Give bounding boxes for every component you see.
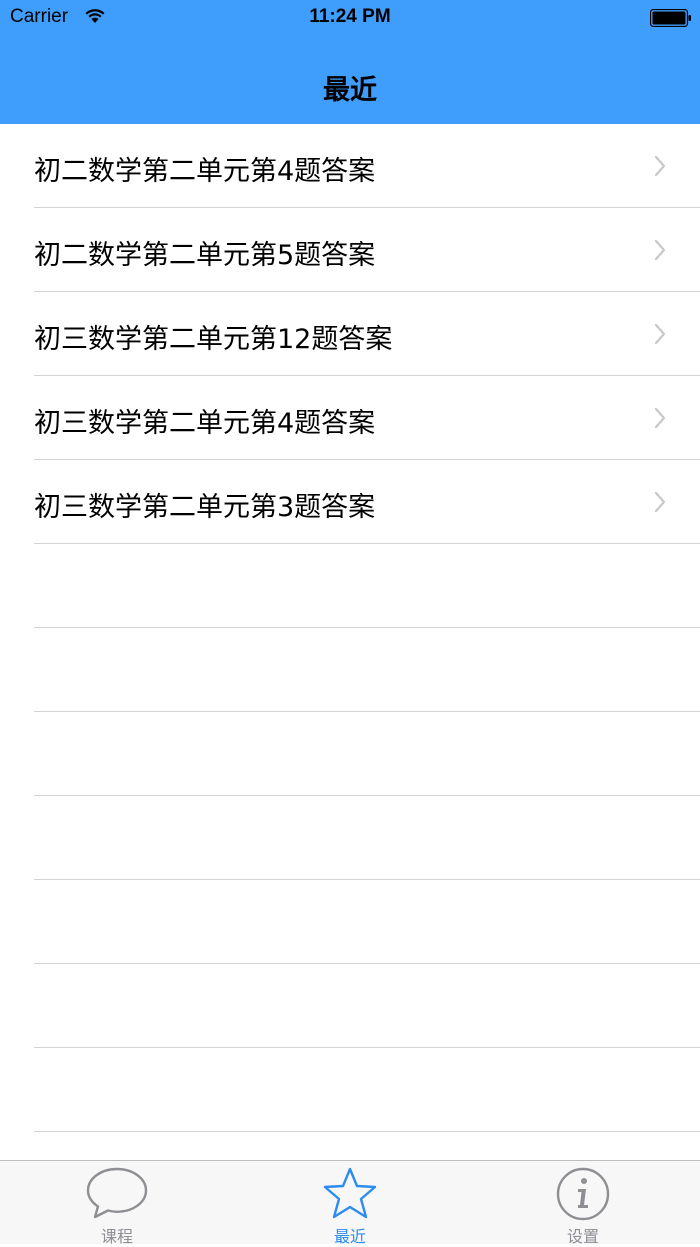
- tab-recent[interactable]: 最近: [290, 1161, 410, 1246]
- list-item-label: 初三数学第二单元第4题答案: [34, 408, 376, 439]
- page-title: 最近: [323, 75, 377, 106]
- list-item[interactable]: 初三数学第二单元第12题答案: [0, 292, 700, 376]
- empty-row: [0, 964, 700, 1048]
- empty-row: [0, 796, 700, 880]
- star-icon: [323, 1167, 377, 1219]
- list-item-label: 初三数学第二单元第3题答案: [34, 492, 376, 523]
- list-item[interactable]: 初三数学第二单元第4题答案: [0, 376, 700, 460]
- tab-label: 设置: [566, 1227, 599, 1246]
- navigation-header: Carrier 11:24 PM 最近: [0, 0, 700, 124]
- chevron-right-icon: [654, 155, 666, 181]
- list-item-label: 初二数学第二单元第5题答案: [34, 240, 376, 271]
- speech-bubble-icon: [86, 1167, 148, 1219]
- battery-icon: [649, 8, 692, 28]
- chevron-right-icon: [654, 407, 666, 433]
- tab-label: 最近: [333, 1227, 366, 1246]
- empty-row: [0, 1048, 700, 1132]
- tab-courses[interactable]: 课程: [57, 1161, 177, 1246]
- list-item-label: 初三数学第二单元第12题答案: [34, 324, 393, 355]
- tab-bar: 课程 最近 设置: [0, 1160, 700, 1246]
- chevron-right-icon: [654, 239, 666, 265]
- empty-row: [0, 628, 700, 712]
- list-item[interactable]: 初二数学第二单元第5题答案: [0, 208, 700, 292]
- chevron-right-icon: [654, 491, 666, 517]
- chevron-right-icon: [654, 323, 666, 349]
- status-bar: Carrier 11:24 PM: [0, 0, 700, 38]
- list-item[interactable]: 初二数学第二单元第4题答案: [0, 124, 700, 208]
- list-item[interactable]: 初三数学第二单元第3题答案: [0, 460, 700, 544]
- tab-settings[interactable]: 设置: [523, 1161, 643, 1246]
- list-item-label: 初二数学第二单元第4题答案: [34, 156, 376, 187]
- empty-row: [0, 712, 700, 796]
- empty-row: [0, 880, 700, 964]
- info-icon: [556, 1167, 610, 1221]
- recent-list: 初二数学第二单元第4题答案 初二数学第二单元第5题答案 初三数学第二单元第12题…: [0, 124, 700, 1132]
- tab-label: 课程: [100, 1227, 133, 1246]
- status-time: 11:24 PM: [309, 6, 391, 27]
- empty-row: [0, 544, 700, 628]
